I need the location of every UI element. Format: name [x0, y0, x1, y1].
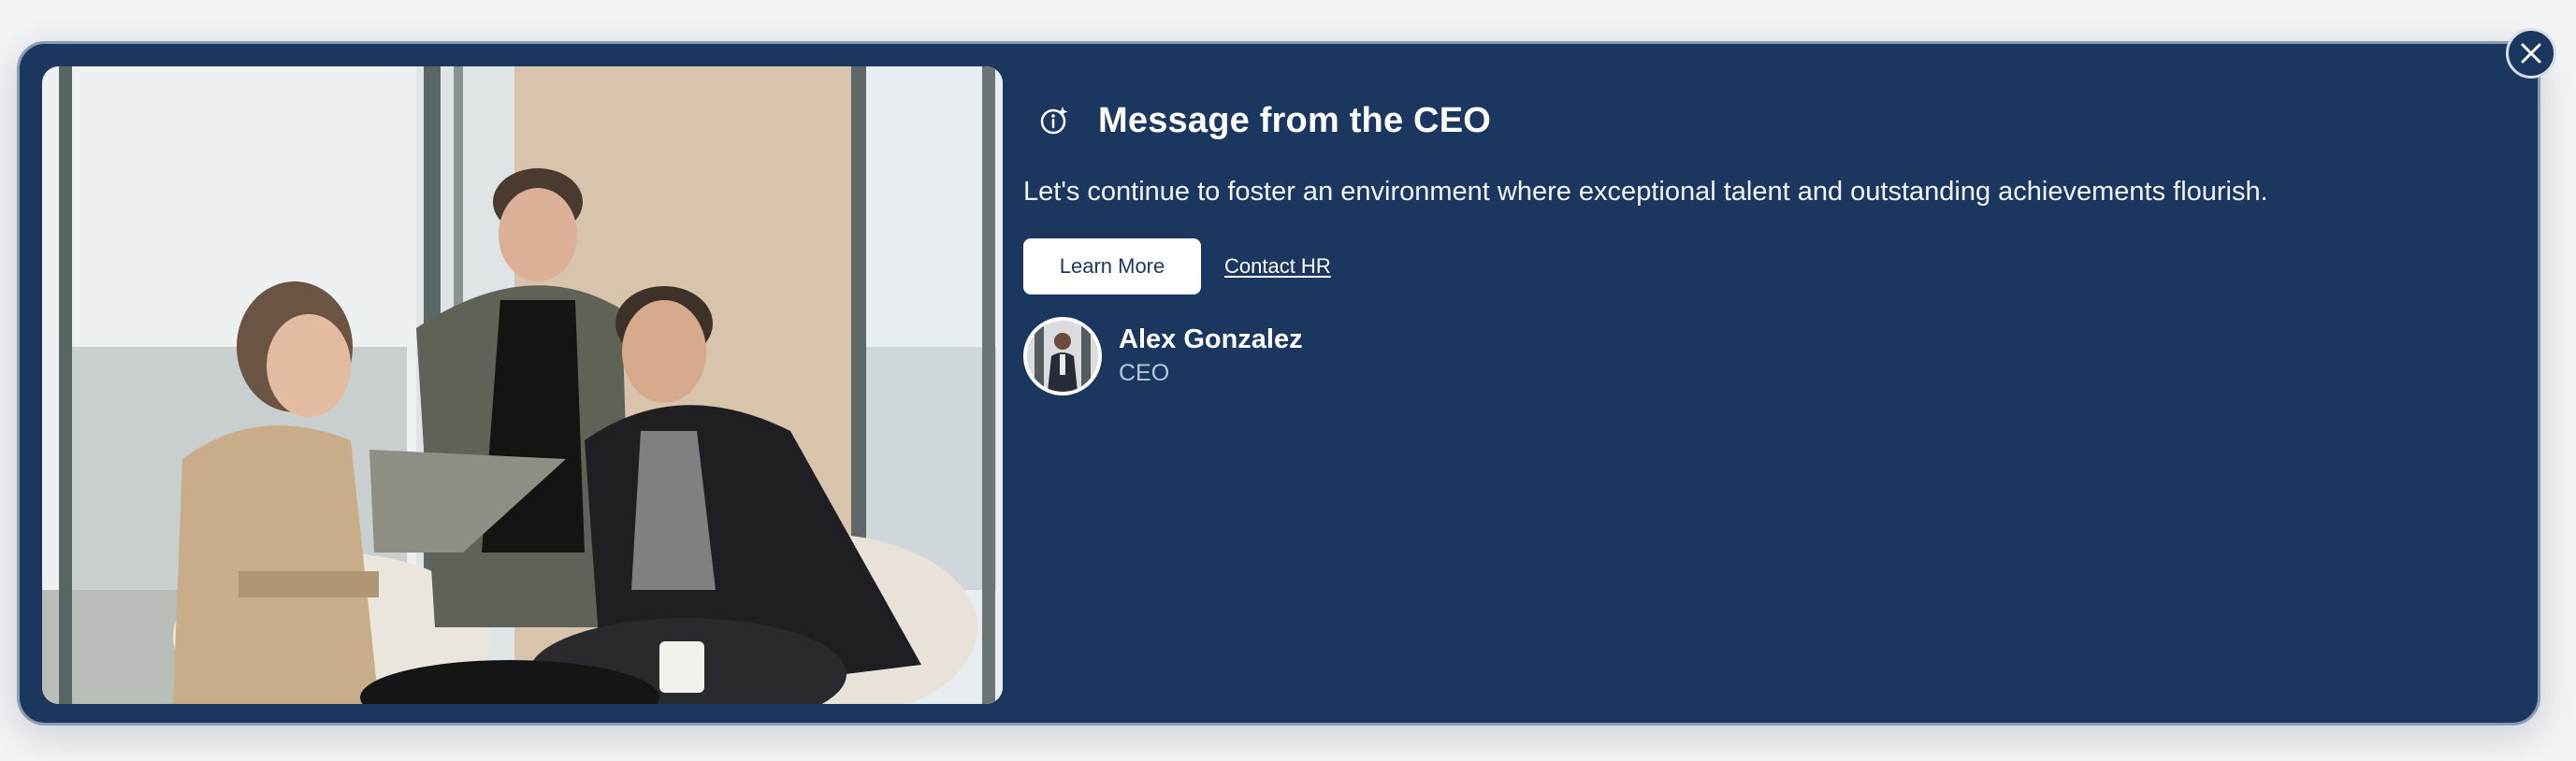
sparkle-info-icon [1035, 102, 1072, 139]
ceo-message-banner: Message from the CEO Let's continue to f… [17, 41, 2540, 725]
author-role: CEO [1119, 360, 1170, 386]
banner-message: Let's continue to foster an environment … [1023, 177, 2268, 207]
author-details: Alex Gonzalez CEO [1119, 323, 1303, 390]
author-name: Alex Gonzalez [1119, 324, 1303, 354]
author-profile: Alex Gonzalez CEO [1023, 317, 1303, 395]
banner-title: Message from the CEO [1098, 100, 1491, 140]
team-meeting-photo [42, 66, 1003, 704]
contact-hr-link[interactable]: Contact HR [1224, 254, 1331, 279]
close-icon [2519, 41, 2543, 65]
banner-actions: Learn More Contact HR [1023, 238, 1331, 294]
close-button[interactable] [2506, 28, 2556, 79]
learn-more-button[interactable]: Learn More [1023, 238, 1201, 294]
title-row: Message from the CEO [1035, 100, 1491, 141]
avatar [1023, 317, 1102, 395]
